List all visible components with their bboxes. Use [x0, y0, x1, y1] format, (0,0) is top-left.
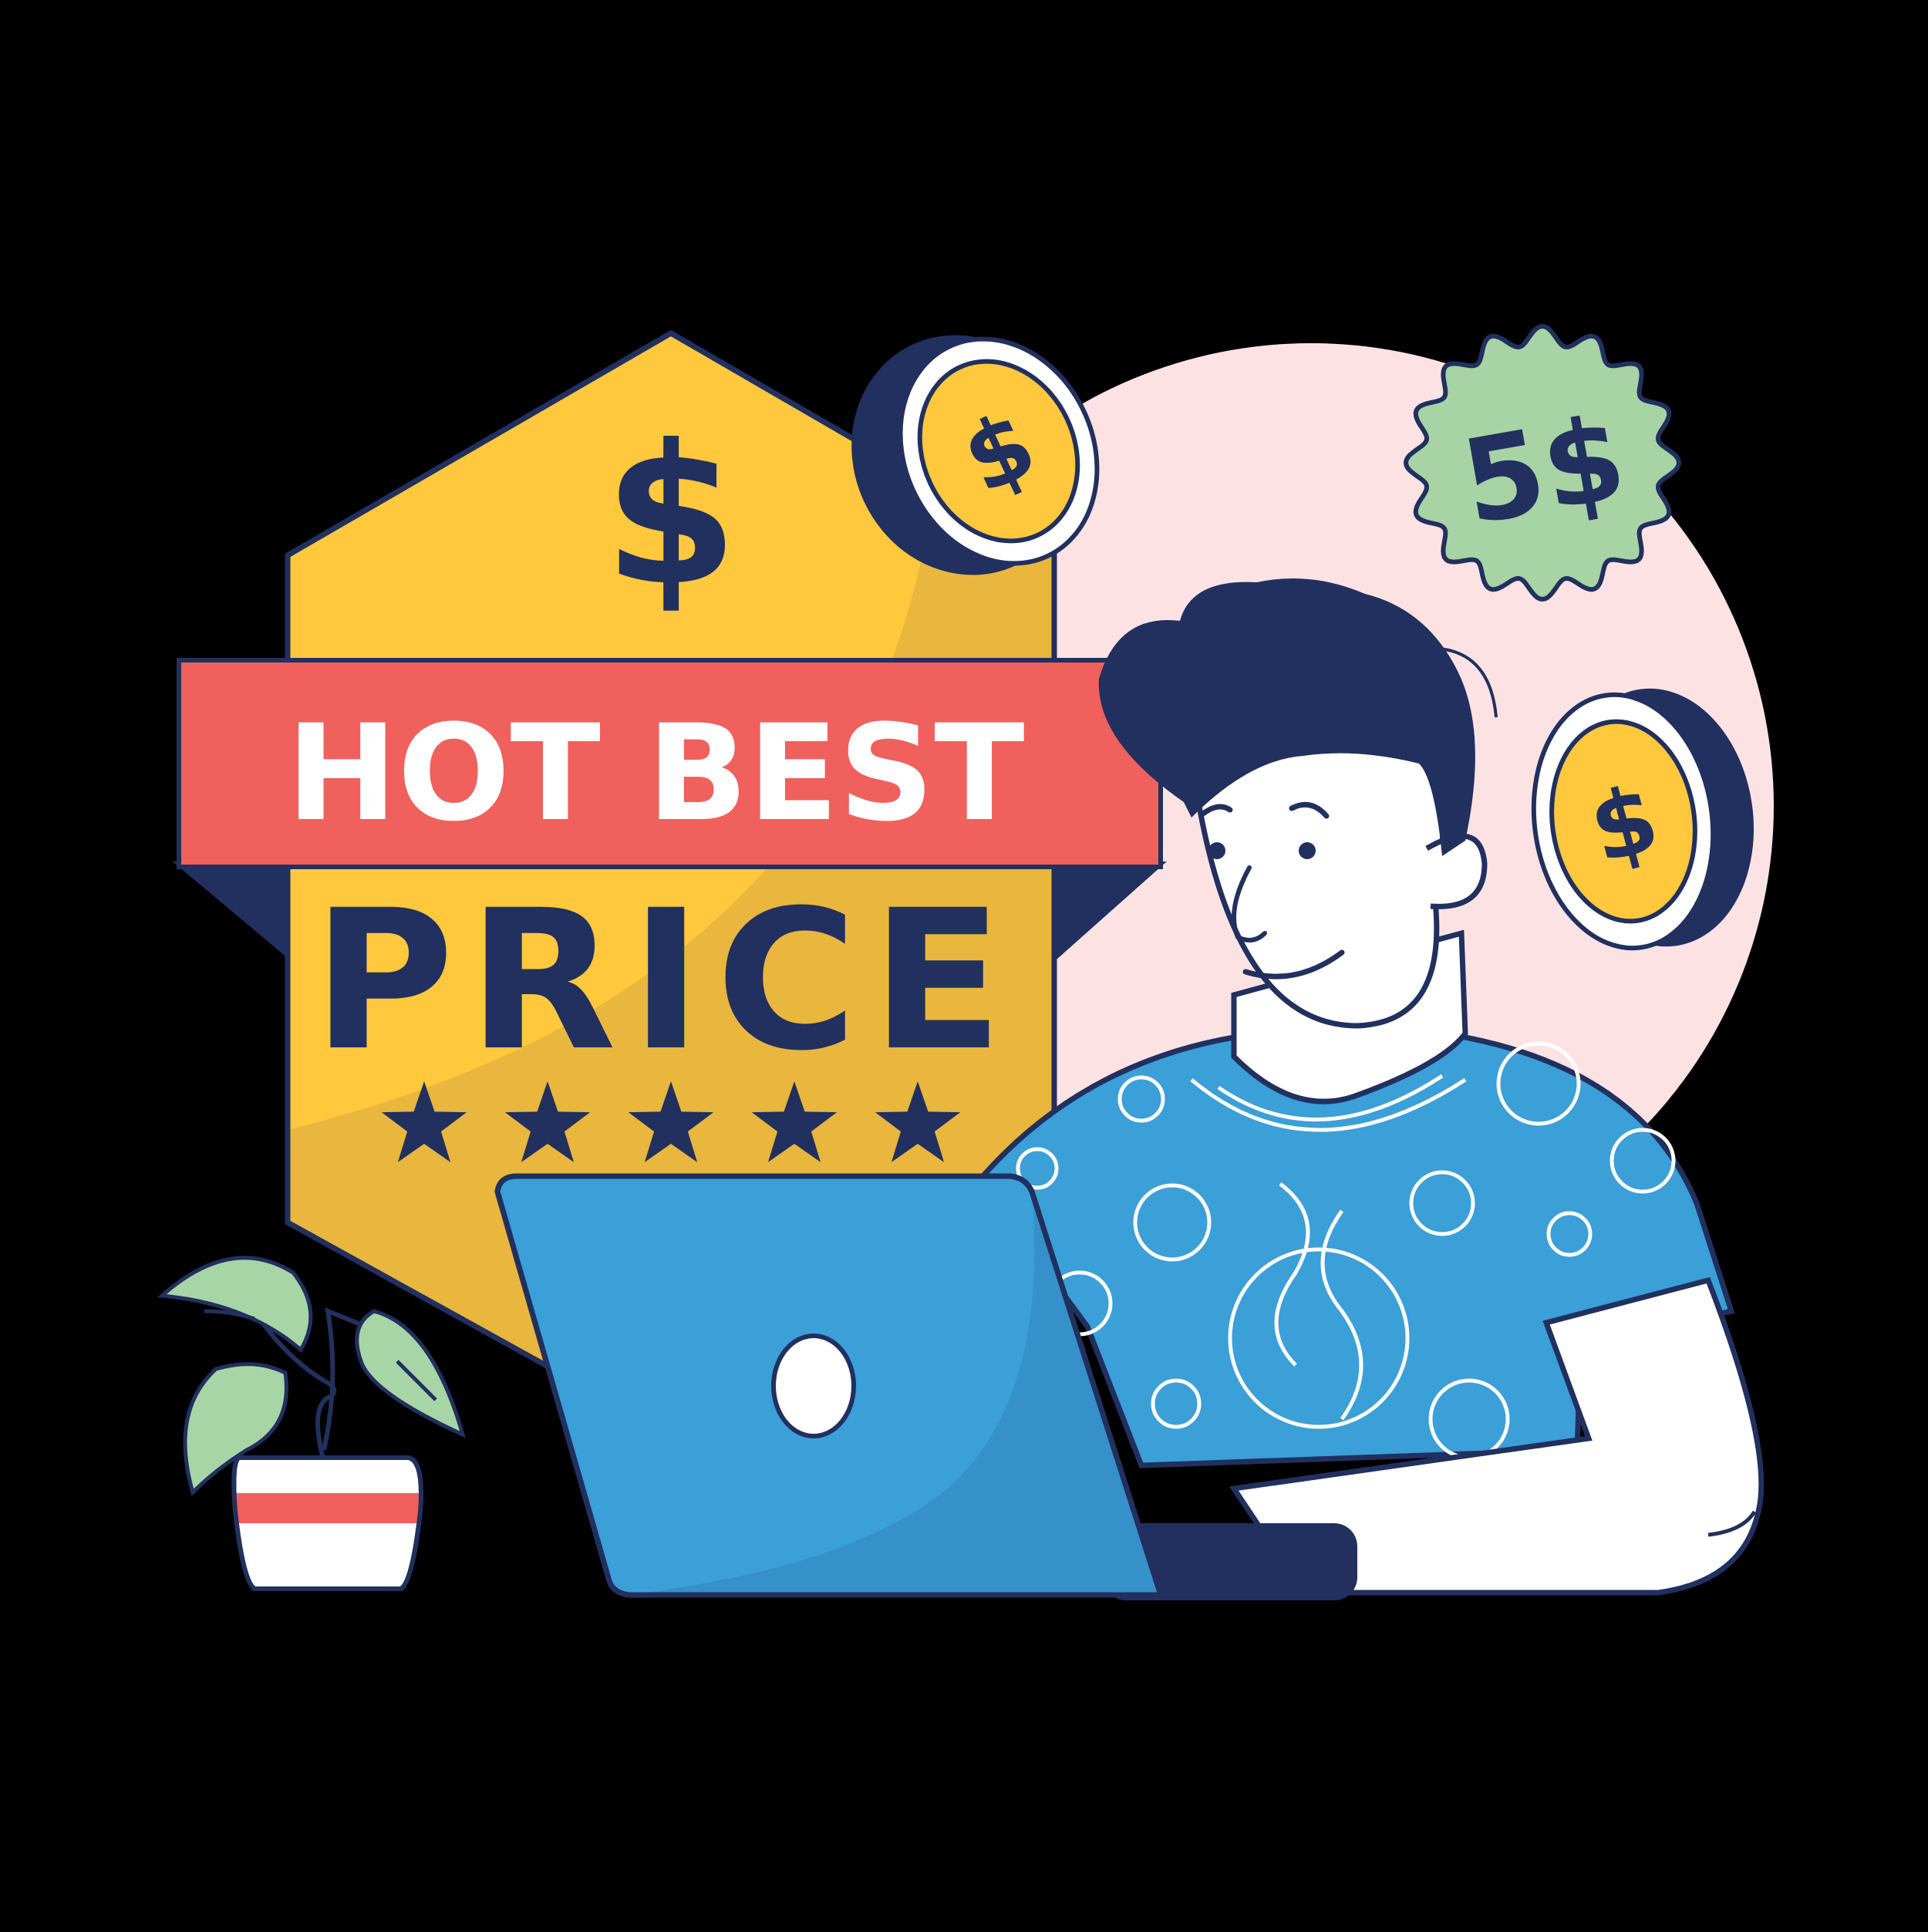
badge-headline: PRICE: [313, 868, 1017, 1093]
sticker-text: 5$: [1453, 391, 1635, 551]
price-sticker: 5$: [1403, 323, 1682, 602]
pot-stripe: [235, 1493, 420, 1523]
badge-dollar-sign: $: [604, 403, 738, 628]
hot-best-price-illustration: $ HOT BEST PRICE $ 5$ $: [0, 0, 1928, 1928]
illustration: $ HOT BEST PRICE $ 5$ $: [0, 0, 1928, 1928]
laptop-logo: [771, 1334, 856, 1438]
ribbon-text: HOT BEST: [286, 696, 1024, 851]
eye-left: [1208, 842, 1225, 859]
eye-right: [1299, 842, 1316, 859]
